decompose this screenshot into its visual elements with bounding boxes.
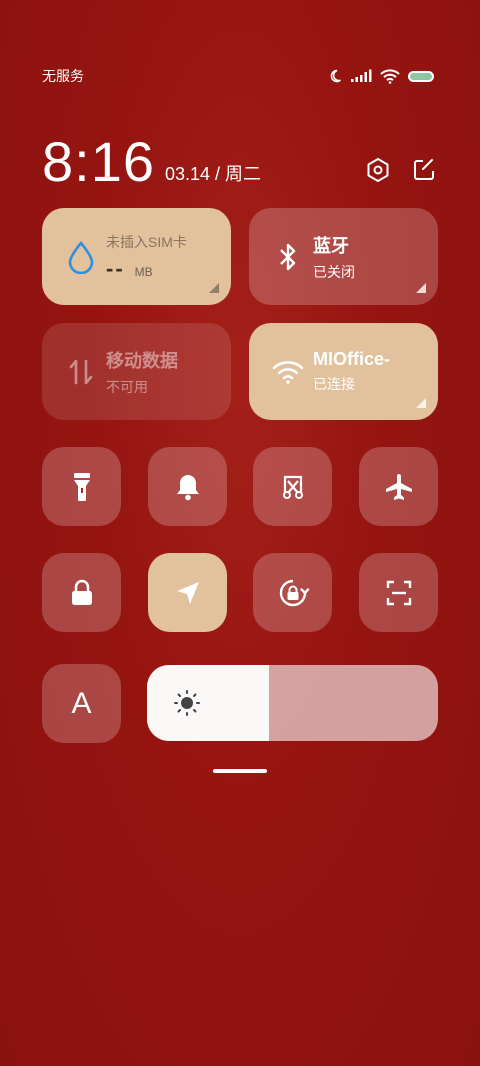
flashlight-toggle[interactable] — [42, 447, 121, 526]
auto-brightness-label: A — [71, 686, 92, 720]
auto-brightness-toggle[interactable]: A — [42, 664, 121, 743]
brightness-sun-icon — [174, 690, 200, 716]
flashlight-icon — [73, 472, 90, 501]
bluetooth-title: 蓝牙 — [313, 235, 349, 256]
data-usage-title: 未插入SIM卡 — [106, 233, 187, 250]
clock-date: 03.14 / 周二 — [165, 164, 262, 184]
data-usage-value: -- — [106, 255, 125, 281]
battery-icon — [408, 70, 434, 82]
rotation-lock-icon — [279, 579, 309, 606]
data-usage-tile[interactable]: 未插入SIM卡 -- MB — [42, 208, 231, 305]
bluetooth-icon — [271, 240, 305, 274]
edit-button[interactable] — [410, 156, 438, 184]
lock-screen-toggle[interactable] — [42, 553, 121, 632]
tile-expand-corner — [209, 283, 219, 293]
mobile-data-title: 移动数据 — [106, 350, 178, 371]
tile-expand-corner — [416, 283, 426, 293]
wifi-tile[interactable]: MIOffice- 已连接 — [249, 323, 438, 420]
auto-rotate-toggle[interactable] — [253, 553, 332, 632]
airplane-icon — [385, 473, 412, 500]
status-bar: 无服务 — [42, 64, 434, 88]
settings-button[interactable] — [364, 156, 392, 184]
mobile-data-arrows-icon — [64, 355, 98, 389]
mobile-data-tile[interactable]: 移动数据 不可用 — [42, 323, 231, 420]
carrier-label: 无服务 — [42, 68, 84, 84]
status-icons — [328, 68, 434, 84]
screenshot-scissors-icon — [282, 475, 303, 499]
wifi-network-name: MIOffice- — [313, 349, 391, 369]
scan-icon — [386, 580, 411, 605]
clock-header: 8:16 03.14 / 周二 — [42, 120, 438, 190]
location-arrow-icon — [176, 581, 199, 604]
clock-time: 8:16 — [42, 130, 155, 193]
ring-toggle[interactable] — [148, 447, 227, 526]
brightness-slider[interactable] — [147, 665, 438, 741]
bell-icon — [176, 474, 199, 500]
tile-expand-corner — [416, 398, 426, 408]
header-actions — [364, 156, 438, 184]
data-usage-unit: MB — [134, 264, 153, 279]
water-drop-icon — [64, 240, 98, 274]
signal-icon — [351, 69, 372, 82]
screenshot-toggle[interactable] — [253, 447, 332, 526]
bluetooth-tile[interactable]: 蓝牙 已关闭 — [249, 208, 438, 305]
lock-icon — [71, 579, 92, 605]
location-toggle[interactable] — [148, 553, 227, 632]
bluetooth-status: 已关闭 — [313, 263, 355, 280]
settings-hexagon-icon — [367, 158, 389, 182]
airplane-mode-toggle[interactable] — [359, 447, 438, 526]
wifi-status-icon — [380, 68, 400, 84]
panel-handle[interactable] — [213, 769, 267, 773]
do-not-disturb-moon-icon — [330, 69, 342, 83]
scanner-toggle[interactable] — [359, 553, 438, 632]
brightness-fill — [147, 665, 270, 741]
wifi-status: 已连接 — [313, 376, 355, 392]
mobile-data-status: 不可用 — [106, 378, 148, 395]
edit-icon — [414, 159, 434, 180]
wifi-icon — [271, 355, 305, 389]
